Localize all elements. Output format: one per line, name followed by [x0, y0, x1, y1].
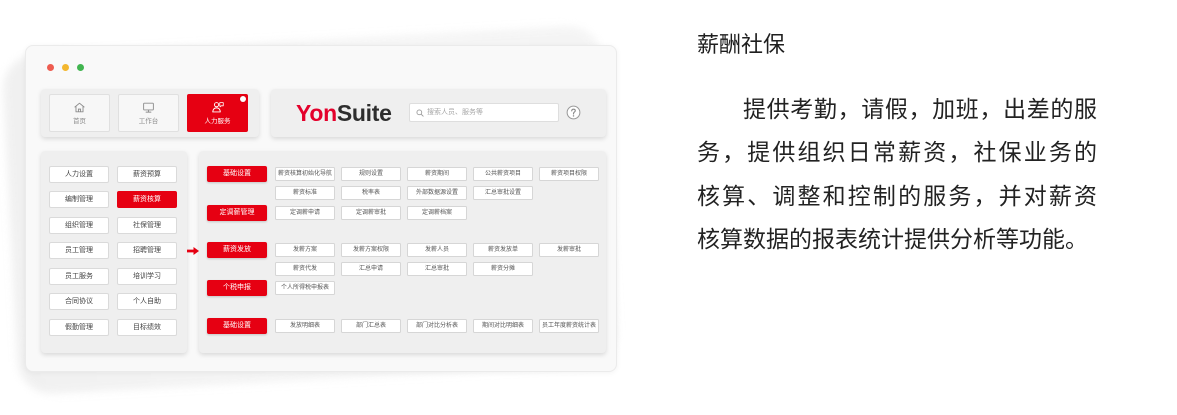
- fn-summary-approval-settings[interactable]: 汇总审批设置: [473, 186, 533, 200]
- window-maximize-dot[interactable]: [76, 64, 84, 71]
- module-self-service[interactable]: 个人自助: [117, 293, 177, 311]
- description-line: 提供考勤，请假，加班，出差的服: [743, 96, 1097, 122]
- fn-pay-staff[interactable]: 发薪人员: [407, 243, 467, 257]
- notification-badge: [240, 96, 246, 102]
- nav-panel: 首页 工作台 人力服务: [41, 89, 259, 137]
- function-panel: 基础设置 薪资核算初始化导航 规则设置 薪资期间 公共薪资项目 薪资项目权限 薪…: [199, 151, 606, 353]
- section-title: 薪酬社保: [697, 32, 786, 57]
- function-row: 个人所得税申报表: [275, 281, 335, 295]
- fn-salary-standards[interactable]: 薪资标准: [275, 186, 335, 200]
- fn-pay-approval[interactable]: 发薪审批: [539, 243, 599, 257]
- module-organization-management[interactable]: 组织管理: [49, 216, 109, 234]
- window-close-dot[interactable]: [46, 64, 54, 71]
- module-social-insurance[interactable]: 社保管理: [117, 216, 177, 234]
- header-panel: YonSuite: [271, 89, 606, 137]
- fn-payout-detail-report[interactable]: 发放明细表: [275, 319, 335, 333]
- fn-annual-salary-report[interactable]: 员工年度薪资统计表: [539, 319, 599, 333]
- monitor-icon: [142, 100, 156, 114]
- fn-salary-allocation[interactable]: 薪资分摊: [473, 262, 533, 276]
- fn-payroll-init-wizard[interactable]: 薪资核算初始化导航: [275, 167, 335, 181]
- fn-pay-plan-permissions[interactable]: 发薪方案权限: [341, 243, 401, 257]
- function-row: 薪资代发 汇总申请 汇总审批 薪资分摊: [275, 262, 533, 276]
- description-line: 核算、调整和控制的服务，并对薪资: [697, 182, 1097, 209]
- fn-public-salary-items[interactable]: 公共薪资项目: [473, 167, 533, 181]
- module-contracts[interactable]: 合同协议: [49, 293, 109, 311]
- module-employee-service[interactable]: 员工服务: [49, 267, 109, 285]
- people-icon: [211, 100, 225, 114]
- function-row: 定调薪申请 定调薪审批 定调薪档案: [275, 205, 467, 220]
- module-list: 人力设置 薪资预算 编制管理 薪资核算 组织管理 社保管理 员工管理 招聘管理 …: [41, 151, 187, 353]
- fn-pay-slip[interactable]: 薪资发放单: [473, 243, 533, 257]
- description-line: 务，提供组织日常薪资，社保业务的: [697, 139, 1097, 166]
- group-salary-adjustment[interactable]: 定调薪管理: [207, 205, 267, 221]
- function-row: 薪资核算初始化导航 规则设置 薪资期间 公共薪资项目 薪资项目权限: [275, 167, 599, 181]
- search-box[interactable]: [409, 103, 559, 122]
- arrow-right-icon: [187, 247, 199, 255]
- fn-salary-adjust-approval[interactable]: 定调薪审批: [341, 205, 401, 220]
- fn-salary-item-permissions[interactable]: 薪资项目权限: [539, 167, 599, 181]
- fn-pay-plan[interactable]: 发薪方案: [275, 243, 335, 257]
- window-minimize-dot[interactable]: [61, 64, 69, 71]
- group-basic-settings[interactable]: 基础设置: [207, 166, 267, 182]
- fn-department-summary-report[interactable]: 部门汇总表: [341, 319, 401, 333]
- section-description: 提供考勤，请假，加班，出差的服 务，提供组织日常薪资，社保业务的 核算、调整和控…: [697, 88, 1097, 262]
- module-employee-management[interactable]: 员工管理: [49, 242, 109, 260]
- fn-tax-rate-table[interactable]: 税率表: [341, 186, 401, 200]
- function-row: 发放明细表 部门汇总表 部门对比分析表 期间对比明细表 员工年度薪资统计表: [275, 319, 599, 333]
- nav-tile-label: 人力服务: [204, 118, 231, 125]
- fn-department-comparison-report[interactable]: 部门对比分析表: [407, 319, 467, 333]
- nav-tile-label: 首页: [73, 118, 86, 125]
- nav-tile-hr-service[interactable]: 人力服务: [187, 94, 248, 132]
- logo-prefix: Yon: [296, 100, 337, 126]
- module-recruitment[interactable]: 招聘管理: [117, 242, 177, 260]
- function-row: 薪资标准 税率表 外部数据源设置 汇总审批设置: [275, 186, 533, 200]
- group-salary-payment[interactable]: 薪资发放: [207, 242, 267, 258]
- nav-tile-home[interactable]: 首页: [49, 94, 110, 132]
- group-basic-settings-reports[interactable]: 基础设置: [207, 318, 267, 334]
- function-group-income-tax: 个税申报 个人所得税申报表: [199, 280, 606, 318]
- fn-rule-settings[interactable]: 规则设置: [341, 167, 401, 181]
- module-hr-settings[interactable]: 人力设置: [49, 165, 109, 183]
- fn-salary-adjust-request[interactable]: 定调薪申请: [275, 205, 335, 220]
- module-attendance-leave[interactable]: 假勤管理: [49, 319, 109, 337]
- function-group-reports: 基础设置 发放明细表 部门汇总表 部门对比分析表 期间对比明细表 员工年度薪资统…: [199, 318, 606, 356]
- function-group-salary-payment: 薪资发放 发薪方案 发薪方案权限 发薪人员 薪资发放单 发薪审批 薪资代发 汇总…: [199, 242, 606, 280]
- function-group-basic-settings: 基础设置 薪资核算初始化导航 规则设置 薪资期间 公共薪资项目 薪资项目权限 薪…: [199, 166, 606, 204]
- fn-personal-income-tax-report[interactable]: 个人所得税申报表: [275, 281, 335, 295]
- module-headcount-management[interactable]: 编制管理: [49, 191, 109, 209]
- module-training[interactable]: 培训学习: [117, 267, 177, 285]
- fn-agent-payment[interactable]: 薪资代发: [275, 262, 335, 276]
- nav-tile-label: 工作台: [138, 118, 159, 125]
- module-goals-performance[interactable]: 目标绩效: [117, 319, 177, 337]
- search-icon: [416, 109, 424, 117]
- yonsuite-logo: YonSuite: [296, 101, 392, 125]
- group-income-tax[interactable]: 个税申报: [207, 280, 267, 296]
- logo-suffix: Suite: [336, 100, 392, 126]
- fn-summary-request[interactable]: 汇总申请: [341, 262, 401, 276]
- fn-salary-period[interactable]: 薪资期间: [407, 167, 467, 181]
- module-payroll-accounting[interactable]: 薪资核算: [117, 191, 177, 209]
- description-line: 核算数据的报表统计提供分析等功能。: [697, 226, 1088, 253]
- nav-tile-workbench[interactable]: 工作台: [118, 94, 179, 132]
- function-group-salary-adjustment: 定调薪管理 定调薪申请 定调薪审批 定调薪档案: [199, 205, 606, 243]
- home-icon: [73, 100, 87, 114]
- fn-period-comparison-report[interactable]: 期间对比明细表: [473, 319, 533, 333]
- fn-salary-adjust-records[interactable]: 定调薪档案: [407, 205, 467, 220]
- function-row: 发薪方案 发薪方案权限 发薪人员 薪资发放单 发薪审批: [275, 243, 599, 257]
- fn-external-data-source[interactable]: 外部数据源设置: [407, 186, 467, 200]
- help-icon[interactable]: [566, 105, 581, 120]
- app-window-mockup: 首页 工作台 人力服务 YonSuite 搜索人员、服务等 人力设置 薪资预算 …: [25, 45, 617, 372]
- fn-summary-approval[interactable]: 汇总审批: [407, 262, 467, 276]
- search-input[interactable]: [427, 104, 555, 121]
- module-salary-budget[interactable]: 薪资预算: [117, 165, 177, 183]
